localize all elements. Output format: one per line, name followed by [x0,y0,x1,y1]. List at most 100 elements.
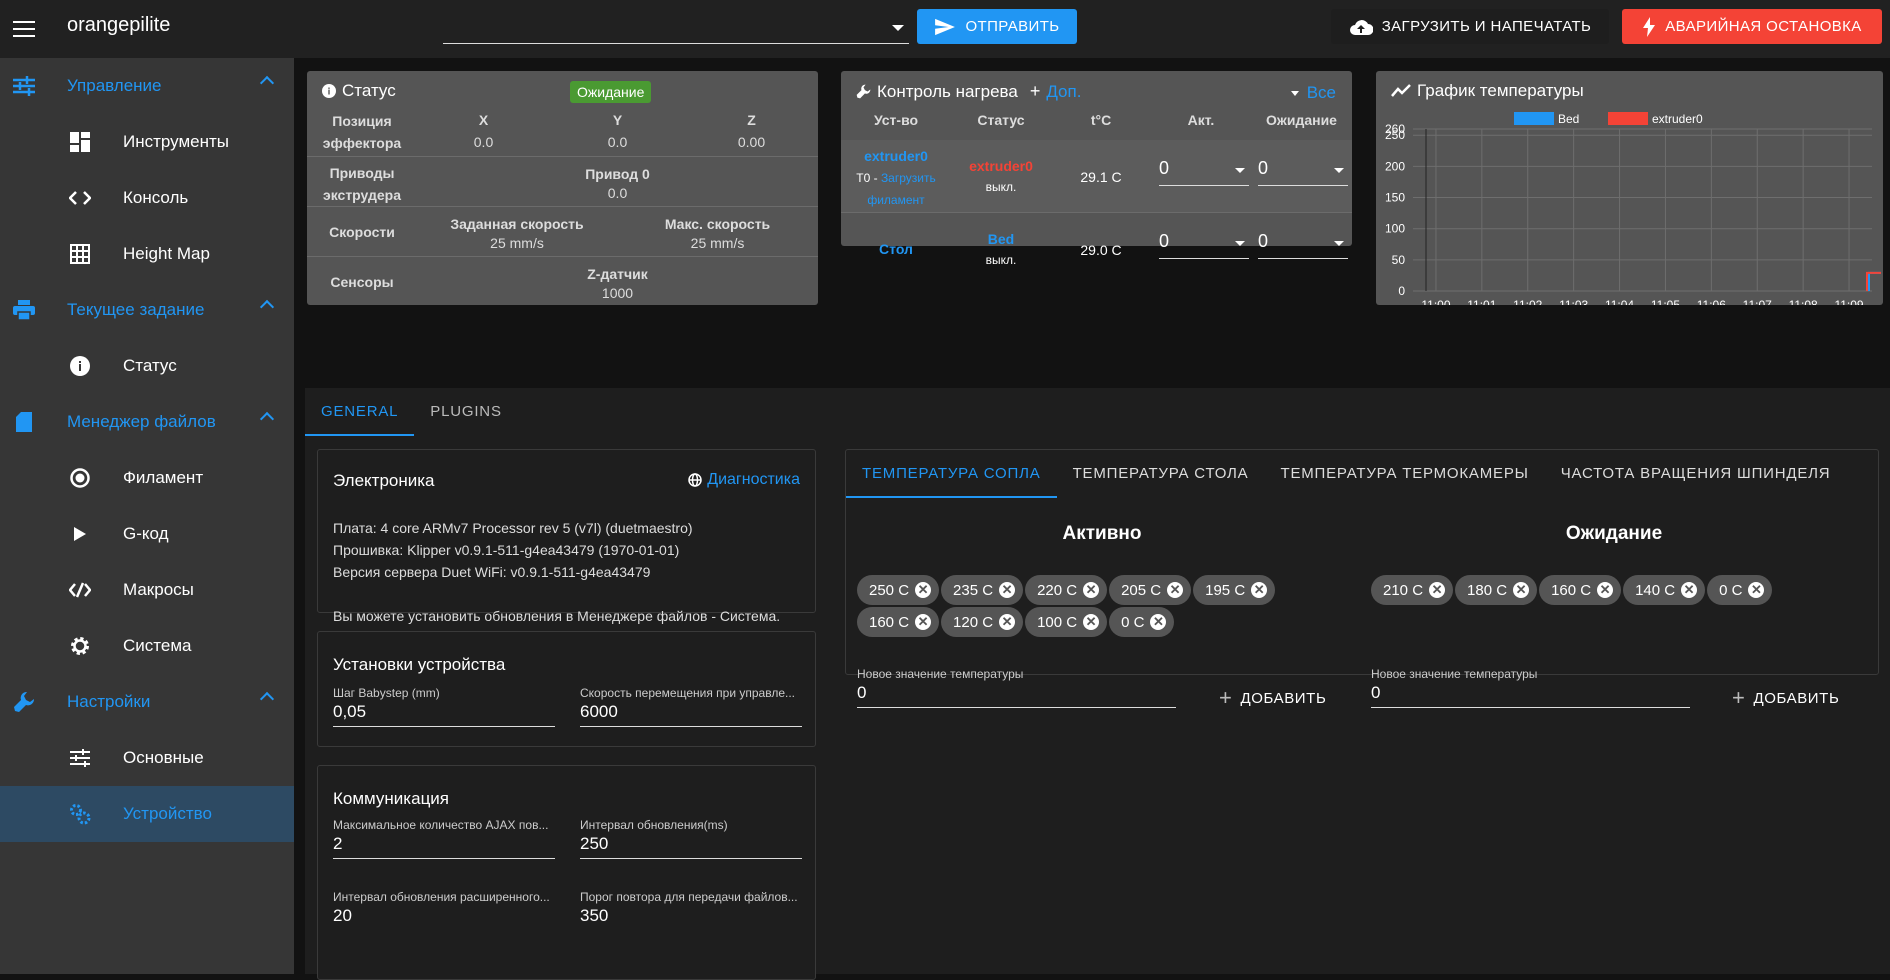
move-speed-field[interactable]: Скорость перемещения при управле... 6000 [580,686,802,727]
tab-bed-temp[interactable]: ТЕМПЕРАТУРА СТОЛА [1057,450,1265,498]
max-speed-label: Макс. скорость [664,216,771,232]
heater-active-select[interactable]: 0 [1159,158,1249,186]
send-button[interactable]: ОТПРАВИТЬ [917,9,1077,44]
heater-standby-select[interactable]: 0 [1258,158,1348,186]
add-standby-button[interactable]: + ДОБАВИТЬ [1732,685,1839,711]
select-value: 0 [1159,231,1170,251]
update-interval-field[interactable]: Интервал обновления(ms) 250 [580,818,802,859]
close-icon[interactable]: ✕ [915,614,932,630]
close-icon[interactable]: ✕ [1597,582,1614,598]
tab-general[interactable]: GENERAL [305,388,415,436]
sidebar-item-gcode[interactable]: G-код [0,506,294,562]
close-icon[interactable]: ✕ [1429,582,1446,598]
load-filament-link-line2[interactable]: филамент [841,189,951,211]
heater-device-link[interactable]: extruder0 [841,145,951,167]
sidebar-item-machine[interactable]: Устройство [0,786,294,842]
sidebar-group-files[interactable]: Менеджер файлов [0,394,294,450]
upload-print-button[interactable]: ЗАГРУЗИТЬ И НАПЕЧАТАТЬ [1331,9,1609,44]
temperature-chip[interactable]: 195 C ✕ [1193,575,1276,605]
heater-device-link[interactable]: Стол [841,241,951,257]
legend-label[interactable]: Bed [1558,112,1579,126]
heater-standby-select[interactable]: 0 [1258,231,1348,259]
temperature-chip[interactable]: 0 C ✕ [1109,607,1175,637]
heater-all-dropdown[interactable]: Все [1290,83,1336,103]
temperature-chip[interactable]: 180 C ✕ [1455,575,1538,605]
chip-label: 0 C [1121,613,1145,631]
temperature-chip[interactable]: 0 C ✕ [1707,575,1773,605]
load-filament-link[interactable]: Загрузить [881,171,936,185]
sidebar-item-heightmap[interactable]: Height Map [0,226,294,282]
communication-title: Коммуникация [333,789,450,808]
sidebar-group-job[interactable]: Текущее задание [0,282,294,338]
plus-icon[interactable]: + [1030,81,1041,102]
babystep-field[interactable]: Шаг Babystep (mm) 0,05 [333,686,555,727]
tab-chamber-temp[interactable]: ТЕМПЕРАТУРА ТЕРМОКАМЕРЫ [1264,450,1544,498]
temperature-chip[interactable]: 120 C ✕ [941,607,1024,637]
temperature-chip[interactable]: 250 C ✕ [857,575,940,605]
temperature-chip[interactable]: 210 C ✕ [1371,575,1454,605]
close-icon[interactable]: ✕ [1681,582,1698,598]
tab-spindle-rpm[interactable]: ЧАСТОТА ВРАЩЕНИЯ ШПИНДЕЛЯ [1545,450,1847,498]
close-icon[interactable]: ✕ [1167,582,1184,598]
zprobe-value: 1000 [601,285,634,301]
sidebar-item-label: Height Map [123,244,210,263]
new-standby-temp-field[interactable]: Новое значение температуры 0 [1371,667,1690,708]
sidebar-item-filament[interactable]: Филамент [0,450,294,506]
heater-active-select[interactable]: 0 [1159,231,1249,259]
sidebar-group-control[interactable]: Управление [0,58,294,114]
emergency-stop-button[interactable]: АВАРИЙНАЯ ОСТАНОВКА [1622,9,1882,44]
heater-status-name[interactable]: extruder0 [951,156,1051,177]
temperature-chip[interactable]: 140 C ✕ [1623,575,1706,605]
chip-label: 220 C [1037,581,1078,599]
extended-interval-field[interactable]: Интервал обновления расширенного... 20 [333,890,555,931]
menu-icon[interactable] [13,16,35,42]
legend-label[interactable]: extruder0 [1652,112,1703,126]
grid-icon [67,241,93,267]
legend-swatch[interactable] [1608,112,1648,125]
close-icon[interactable]: ✕ [1083,582,1100,598]
heater-extra-link[interactable]: Доп. [1046,82,1081,102]
temperature-chip[interactable]: 160 C ✕ [857,607,940,637]
extended-interval-value: 20 [333,906,352,925]
plus-icon: + [1219,685,1233,710]
temperature-chart: Bed extruder005010015020025026011:00 11:01… [1385,112,1881,305]
close-icon[interactable]: ✕ [1748,582,1765,598]
diagnostics-link[interactable]: Диагностика [688,471,800,489]
close-icon[interactable]: ✕ [1513,582,1530,598]
sidebar-item-tools[interactable]: Инструменты [0,114,294,170]
chevron-down-icon[interactable] [892,25,904,31]
temperature-chip[interactable]: 220 C ✕ [1025,575,1108,605]
temperature-chip[interactable]: 235 C ✕ [941,575,1024,605]
settings-tabs: GENERAL PLUGINS [305,388,518,436]
sidebar-item-system[interactable]: Система [0,618,294,674]
sidebar-item-status[interactable]: Статус [0,338,294,394]
new-active-temp-label: Новое значение температуры [857,667,1024,681]
tab-nozzle-temp[interactable]: ТЕМПЕРАТУРА СОПЛА [846,450,1057,498]
heater-status-name[interactable]: Bed [951,229,1051,250]
close-icon[interactable]: ✕ [999,614,1016,630]
sidebar-item-console[interactable]: Консоль [0,170,294,226]
sidebar-item-label: Статус [123,356,177,375]
close-icon[interactable]: ✕ [915,582,932,598]
add-active-button[interactable]: + ДОБАВИТЬ [1219,685,1326,711]
legend-swatch[interactable] [1514,112,1554,125]
sidebar-item-general[interactable]: Основные [0,730,294,786]
close-icon[interactable]: ✕ [1150,614,1167,630]
heater-device-cell: extruder0 T0 - Загрузить филамент [841,145,951,211]
ajax-retries-value: 2 [333,834,343,853]
new-active-temp-field[interactable]: Новое значение температуры 0 [857,667,1176,708]
ajax-retries-field[interactable]: Максимальное количество AJAX пов... 2 [333,818,555,859]
temperature-chip[interactable]: 205 C ✕ [1109,575,1192,605]
close-icon[interactable]: ✕ [999,582,1016,598]
sidebar-group-settings[interactable]: Настройки [0,674,294,730]
close-icon[interactable]: ✕ [1251,582,1268,598]
file-retry-field[interactable]: Порог повтора для передачи файлов... 350 [580,890,802,931]
temperature-chip[interactable]: 160 C ✕ [1539,575,1622,605]
temperature-chip[interactable]: 100 C ✕ [1025,607,1108,637]
chip-label: 250 C [869,581,910,599]
gcode-input[interactable] [443,13,909,44]
sidebar-item-macros[interactable]: Макросы [0,562,294,618]
new-standby-temp-label: Новое значение температуры [1371,667,1538,681]
close-icon[interactable]: ✕ [1083,614,1100,630]
tab-plugins[interactable]: PLUGINS [414,388,517,436]
